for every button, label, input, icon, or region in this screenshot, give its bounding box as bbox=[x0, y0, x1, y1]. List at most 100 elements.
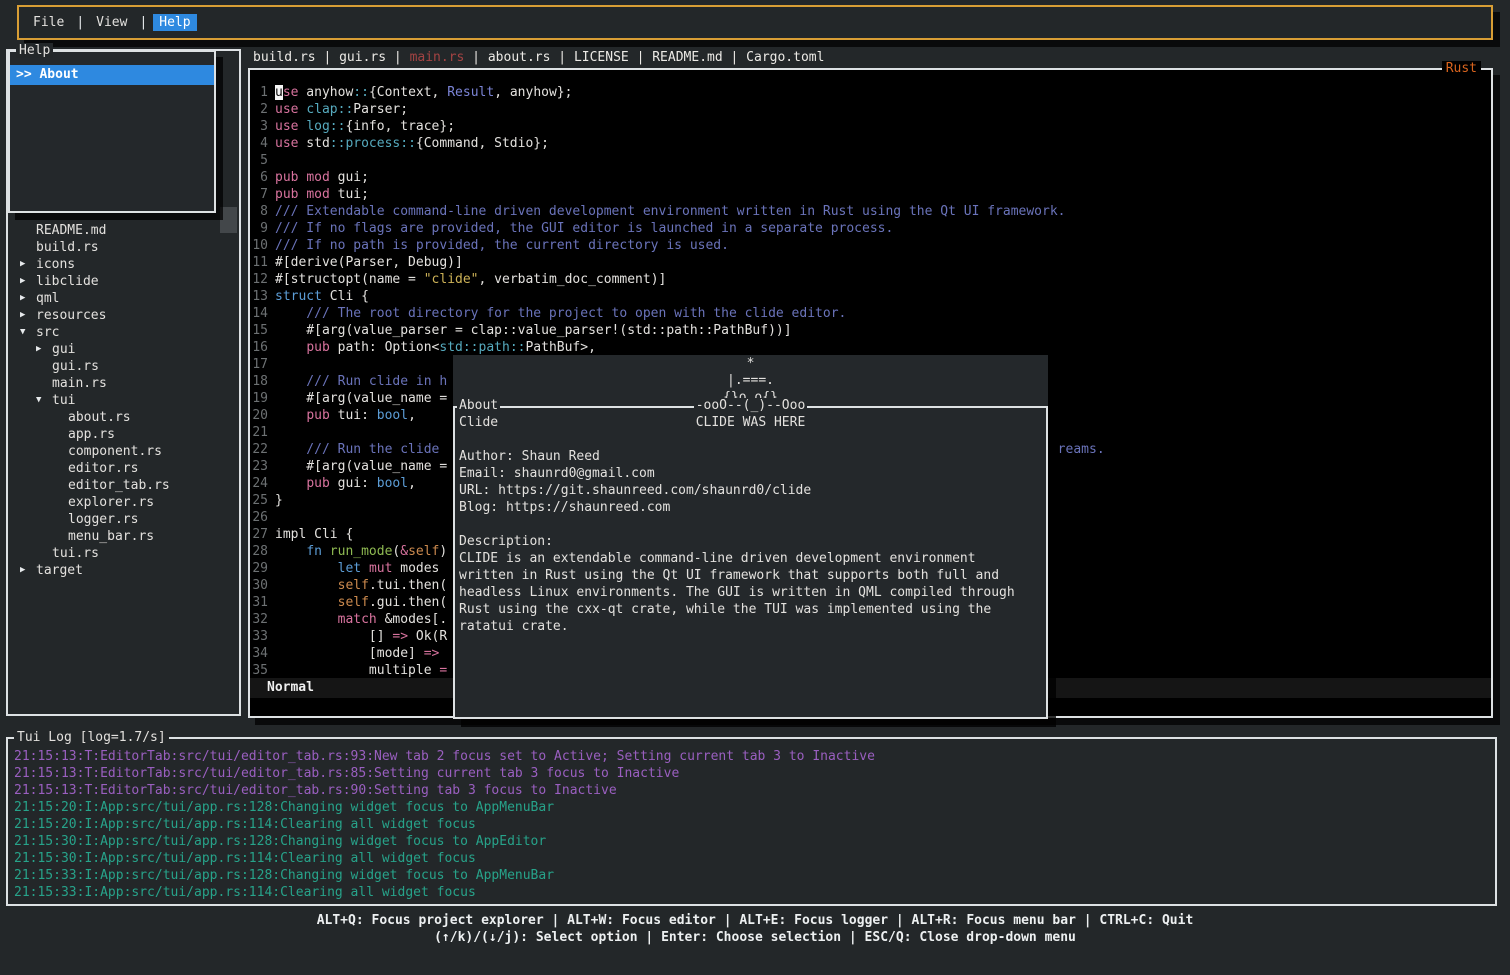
about-row: Blog: https://shaunreed.com bbox=[459, 499, 1042, 516]
about-row: Description: bbox=[459, 533, 1042, 550]
log-line: 21:15:20:I:App:src/tui/app.rs:128:Changi… bbox=[14, 799, 1491, 816]
code-line: 16 pub path: Option<std::path::PathBuf>, bbox=[250, 339, 1491, 356]
explorer-item[interactable]: component.rs bbox=[8, 443, 239, 460]
code-token: [] bbox=[275, 629, 392, 644]
tab-build-rs[interactable]: build.rs bbox=[253, 50, 316, 65]
tab-about-rs[interactable]: about.rs bbox=[488, 50, 551, 65]
help-dropdown-item-about[interactable]: >> About bbox=[10, 65, 214, 85]
code-token: => bbox=[392, 629, 408, 644]
tab-separator: | bbox=[550, 50, 573, 65]
code-line-text: pub tui: bool, bbox=[275, 407, 416, 424]
hint-line: (↑/k)/(↓/j): Select option | Enter: Choo… bbox=[0, 929, 1510, 946]
tui-log-lines: 21:15:13:T:EditorTab:src/tui/editor_tab.… bbox=[14, 748, 1491, 901]
about-row bbox=[459, 431, 1042, 448]
explorer-item[interactable]: ▶icons bbox=[8, 256, 239, 273]
menu-separator: | bbox=[133, 15, 153, 30]
explorer-item-label: app.rs bbox=[68, 426, 115, 443]
about-row: CLIDE is an extendable command-line driv… bbox=[459, 550, 1042, 567]
explorer-item[interactable]: ▼tui bbox=[8, 392, 239, 409]
explorer-item[interactable]: build.rs bbox=[8, 239, 239, 256]
code-token bbox=[275, 612, 338, 627]
explorer-item-label: logger.rs bbox=[68, 511, 138, 528]
log-line: 21:15:13:T:EditorTab:src/tui/editor_tab.… bbox=[14, 765, 1491, 782]
code-token: , bbox=[408, 476, 416, 491]
explorer-item-label: editor.rs bbox=[68, 460, 138, 477]
explorer-item[interactable]: explorer.rs bbox=[8, 494, 239, 511]
line-number: 25 bbox=[250, 492, 268, 509]
explorer-item[interactable]: menu_bar.rs bbox=[8, 528, 239, 545]
code-token: , anyhow}; bbox=[494, 85, 572, 100]
explorer-item[interactable]: gui.rs bbox=[8, 358, 239, 375]
log-line: 21:15:13:T:EditorTab:src/tui/editor_tab.… bbox=[14, 748, 1491, 765]
explorer-item[interactable]: ▶libclide bbox=[8, 273, 239, 290]
code-token: pub bbox=[306, 476, 329, 491]
explorer-item[interactable]: ▶gui bbox=[8, 341, 239, 358]
line-number: 20 bbox=[250, 407, 268, 424]
code-line: 4use std::process::{Command, Stdio}; bbox=[250, 135, 1491, 152]
explorer-item[interactable]: logger.rs bbox=[8, 511, 239, 528]
explorer-item-label: target bbox=[36, 562, 83, 579]
explorer-scrollbar-thumb[interactable] bbox=[220, 207, 237, 233]
code-token: [mode] bbox=[275, 646, 424, 661]
line-number: 24 bbox=[250, 475, 268, 492]
log-line: 21:15:33:I:App:src/tui/app.rs:114:Cleari… bbox=[14, 884, 1491, 901]
editor-tab-bar: build.rs | gui.rs | main.rs | about.rs |… bbox=[253, 49, 824, 66]
code-token: {Context, bbox=[369, 85, 447, 100]
code-token: log:: bbox=[306, 119, 345, 134]
chevron-right-icon: ▶ bbox=[20, 562, 36, 579]
code-token: Ok(R bbox=[408, 629, 447, 644]
explorer-item[interactable]: tui.rs bbox=[8, 545, 239, 562]
code-token: , bbox=[408, 408, 416, 423]
code-token: /// Run clide in h bbox=[275, 374, 447, 389]
explorer-item-label: src bbox=[36, 324, 59, 341]
explorer-item[interactable]: ▶resources bbox=[8, 307, 239, 324]
chevron-down-icon: ▼ bbox=[36, 392, 52, 409]
code-line-text: /// Extendable command-line driven devel… bbox=[275, 203, 1066, 220]
code-token bbox=[275, 476, 306, 491]
menu-item-help[interactable]: Help bbox=[153, 14, 196, 31]
tab-readme-md[interactable]: README.md bbox=[652, 50, 722, 65]
about-row bbox=[459, 516, 1042, 533]
tab-main-rs[interactable]: main.rs bbox=[410, 50, 465, 65]
line-number: 10 bbox=[250, 237, 268, 254]
tab-cargo-toml[interactable]: Cargo.toml bbox=[746, 50, 824, 65]
line-number: 15 bbox=[250, 322, 268, 339]
code-line-text: match &modes[. bbox=[275, 611, 447, 628]
explorer-item[interactable]: README.md bbox=[8, 222, 239, 239]
explorer-item[interactable]: ▶target bbox=[8, 562, 239, 579]
tab-license[interactable]: LICENSE bbox=[574, 50, 629, 65]
code-token: impl Cli { bbox=[275, 527, 353, 542]
explorer-item-label: tui bbox=[52, 392, 75, 409]
line-number: 14 bbox=[250, 305, 268, 322]
code-token: mut bbox=[369, 561, 392, 576]
explorer-item[interactable]: main.rs bbox=[8, 375, 239, 392]
chevron-right-icon: ▶ bbox=[36, 341, 52, 358]
code-token: self bbox=[338, 578, 369, 593]
line-number: 28 bbox=[250, 543, 268, 560]
code-token: u bbox=[275, 85, 283, 100]
line-number: 17 bbox=[250, 356, 268, 373]
menu-item-view[interactable]: View bbox=[90, 14, 133, 31]
explorer-item[interactable]: app.rs bbox=[8, 426, 239, 443]
code-token bbox=[275, 340, 306, 355]
line-number: 4 bbox=[250, 135, 268, 152]
explorer-item[interactable]: editor.rs bbox=[8, 460, 239, 477]
code-line-text: [] => Ok(R bbox=[275, 628, 447, 645]
explorer-item[interactable]: about.rs bbox=[8, 409, 239, 426]
explorer-item[interactable]: editor_tab.rs bbox=[8, 477, 239, 494]
menu-item-file[interactable]: File bbox=[27, 14, 70, 31]
code-token: #[arg(value_name = bbox=[275, 459, 447, 474]
explorer-item-label: about.rs bbox=[68, 409, 131, 426]
code-line-text: use anyhow::{Context, Result, anyhow}; bbox=[275, 84, 572, 101]
tab-gui-rs[interactable]: gui.rs bbox=[339, 50, 386, 65]
explorer-item[interactable]: ▶qml bbox=[8, 290, 239, 307]
code-token: pub bbox=[306, 340, 329, 355]
explorer-item[interactable]: ▼src bbox=[8, 324, 239, 341]
code-line-text: #[derive(Parser, Debug)] bbox=[275, 254, 463, 271]
code-line: 6pub mod gui; bbox=[250, 169, 1491, 186]
tab-separator: | bbox=[723, 50, 746, 65]
code-token: & bbox=[400, 544, 408, 559]
code-token: bool bbox=[377, 476, 408, 491]
code-token: self bbox=[338, 595, 369, 610]
line-number: 16 bbox=[250, 339, 268, 356]
